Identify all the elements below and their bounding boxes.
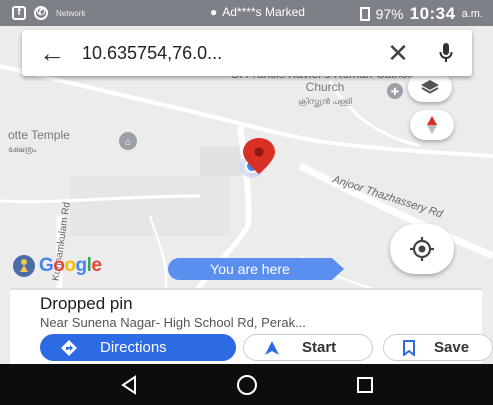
close-icon[interactable]: ✕ xyxy=(376,38,420,69)
battery-percent: 97% xyxy=(375,6,404,22)
compass-icon xyxy=(427,116,437,134)
google-logo-text: Google xyxy=(39,255,102,276)
bookmark-icon xyxy=(403,339,415,356)
start-label: Start xyxy=(302,339,337,356)
carrier-text: Network xyxy=(56,8,86,18)
layers-button[interactable] xyxy=(408,72,452,102)
nav-back-icon[interactable] xyxy=(119,374,139,395)
status-right: 97% 10:34 a.m. xyxy=(359,4,483,24)
directions-icon xyxy=(61,339,77,356)
mic-icon xyxy=(439,43,453,62)
location-status-icon: ● xyxy=(210,5,218,19)
layers-icon xyxy=(421,80,439,94)
google-logo: Google xyxy=(12,254,102,278)
you-are-here-bubble: You are here xyxy=(168,258,344,280)
directions-button[interactable]: Directions xyxy=(40,334,236,361)
temple-label[interactable]: otte Temple ക്ഷേത്രം xyxy=(8,129,70,156)
start-button[interactable]: Start xyxy=(243,334,373,361)
place-sheet[interactable]: Dropped pin Near Sunena Nagar- High Scho… xyxy=(10,288,493,364)
save-button[interactable]: Save xyxy=(383,334,493,361)
svg-text:⌂: ⌂ xyxy=(125,137,131,148)
temple-local-name: ക്ഷേത്രം xyxy=(8,145,37,154)
android-nav-bar xyxy=(0,364,493,405)
status-left: f ✆ Network xyxy=(12,6,85,20)
temple-name: otte Temple xyxy=(8,128,70,142)
church-local-name: ക്രിസ്ത്യൻ പള്ളി xyxy=(298,97,352,106)
you-are-here-label: You are here xyxy=(210,261,290,277)
status-center-text: Ad****s Marked xyxy=(222,5,305,19)
my-location-button[interactable] xyxy=(390,224,454,274)
search-query[interactable]: 10.635754,76.0... xyxy=(82,43,376,64)
battery-icon xyxy=(359,7,370,21)
street-view-icon[interactable] xyxy=(12,254,36,278)
navigation-icon xyxy=(265,340,279,355)
clock-ampm: a.m. xyxy=(461,8,483,20)
back-arrow-icon[interactable]: ← xyxy=(22,38,82,69)
save-label: Save xyxy=(434,339,470,356)
nav-home-icon[interactable] xyxy=(236,374,258,396)
my-location-icon xyxy=(410,237,434,261)
compass-button[interactable] xyxy=(410,110,454,140)
place-title: Dropped pin xyxy=(40,294,133,313)
whatsapp-icon: ✆ xyxy=(34,6,48,20)
facebook-icon: f xyxy=(12,6,26,20)
search-bar[interactable]: ← 10.635754,76.0... ✕ xyxy=(22,30,472,76)
nav-recents-icon[interactable] xyxy=(356,376,374,394)
clock-time: 10:34 xyxy=(409,4,456,23)
status-bar: f ✆ Network ● Ad****s Marked 97% 10:34 a… xyxy=(0,0,493,26)
place-address: Near Sunena Nagar- High School Rd, Perak… xyxy=(40,315,306,330)
temple-pin[interactable]: ⌂ xyxy=(119,132,137,150)
status-notification: ● Ad****s Marked xyxy=(210,5,305,19)
directions-label: Directions xyxy=(100,339,167,356)
mic-button[interactable] xyxy=(420,42,472,64)
